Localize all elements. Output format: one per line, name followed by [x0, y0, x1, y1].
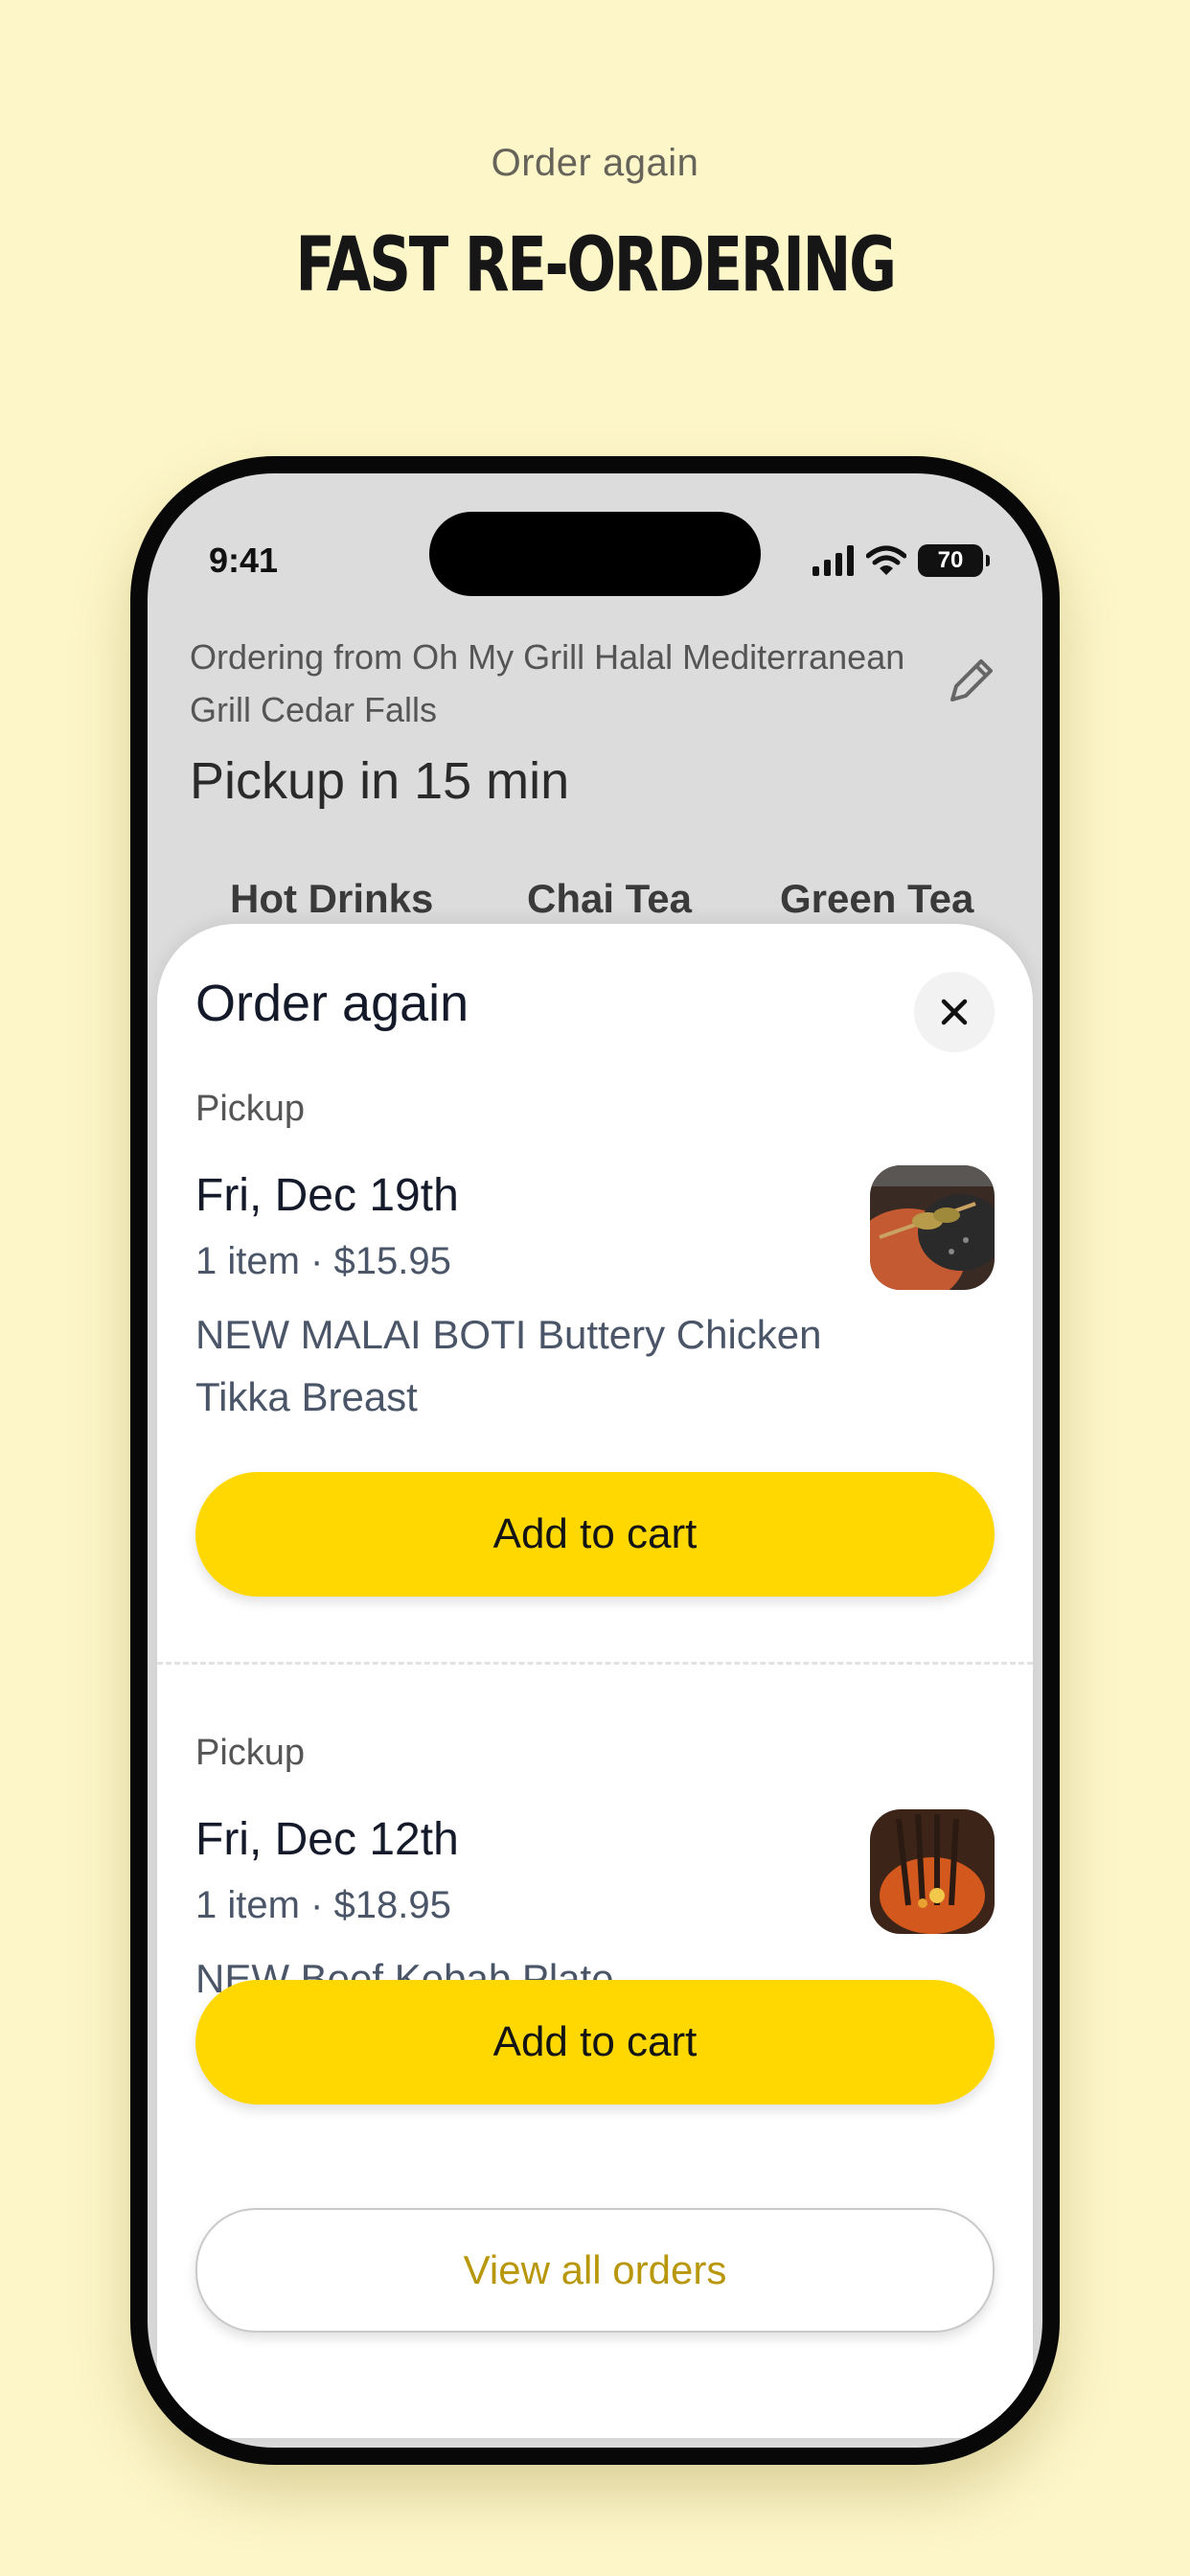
- pencil-icon[interactable]: [939, 652, 1000, 713]
- order-mode: Pickup: [195, 1089, 306, 1129]
- signal-icon: [812, 545, 854, 576]
- battery-indicator: 70: [918, 544, 990, 577]
- phone-screen: 9:41 70 Ordering from Oh My Grill Halal …: [148, 473, 1042, 2448]
- order-divider: [157, 1662, 1033, 1665]
- order-date: Fri, Dec 19th: [195, 1170, 459, 1221]
- order-items: NEW MALAI BOTI Buttery Chicken Tikka Bre…: [195, 1312, 822, 1419]
- status-icons: 70: [812, 544, 990, 577]
- status-time: 9:41: [209, 540, 279, 580]
- tab-green-tea[interactable]: Green Tea: [780, 876, 973, 922]
- food-thumbnail: [870, 1809, 995, 1934]
- marketing-eyebrow: Order again: [491, 142, 699, 184]
- view-all-orders-button[interactable]: View all orders: [195, 2208, 995, 2333]
- pickup-time: Pickup in 15 min: [190, 752, 570, 810]
- order-meta: 1 item · $18.95: [195, 1884, 451, 1926]
- tab-hot-drinks[interactable]: Hot Drinks: [230, 876, 433, 922]
- sheet-title: Order again: [195, 975, 469, 1032]
- tab-chai-tea[interactable]: Chai Tea: [527, 876, 692, 922]
- add-to-cart-button[interactable]: Add to cart: [195, 1472, 995, 1597]
- order-date: Fri, Dec 12th: [195, 1814, 459, 1865]
- food-thumbnail: [870, 1165, 995, 1290]
- dynamic-island: [429, 512, 761, 596]
- close-button[interactable]: [914, 972, 995, 1052]
- close-icon: [941, 999, 968, 1025]
- add-to-cart-button[interactable]: Add to cart: [195, 1980, 995, 2104]
- order-again-sheet: Order again Pickup Fri, Dec 19th 1 item …: [157, 924, 1033, 2438]
- order-mode: Pickup: [195, 1733, 306, 1773]
- order-meta: 1 item · $15.95: [195, 1240, 451, 1282]
- phone-frame: 9:41 70 Ordering from Oh My Grill Halal …: [130, 456, 1060, 2465]
- marketing-headline: FAST RE-ORDERING: [295, 222, 897, 309]
- ordering-from-text: Ordering from Oh My Grill Halal Mediterr…: [190, 637, 905, 729]
- wifi-icon: [866, 545, 906, 575]
